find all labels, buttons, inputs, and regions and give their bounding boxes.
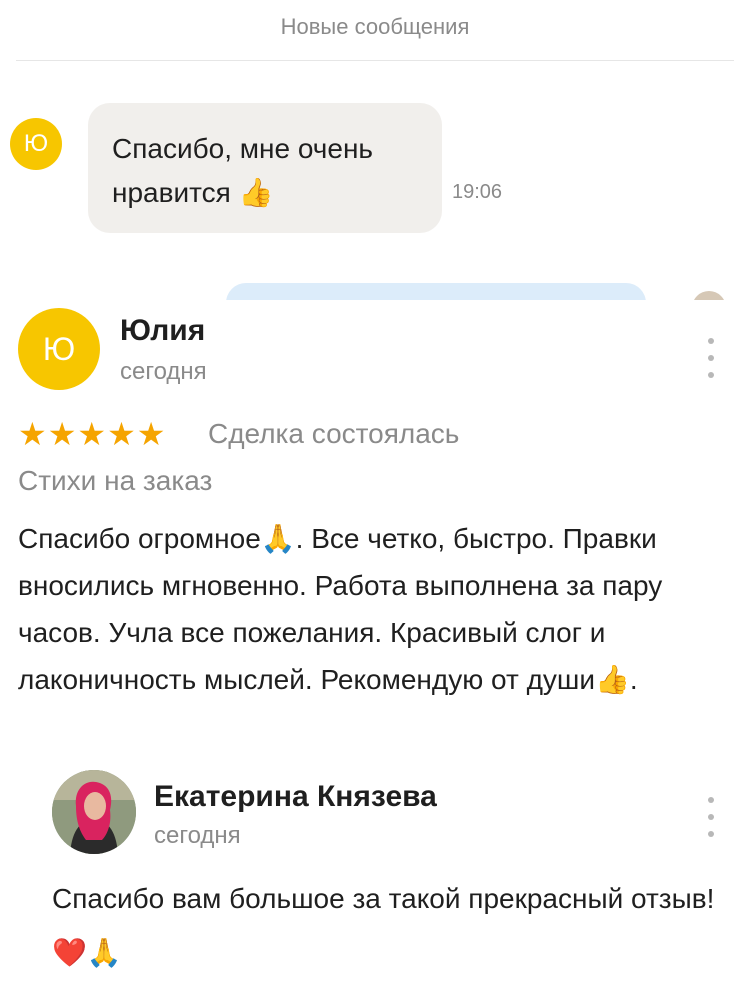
new-messages-header: Новые сообщения (280, 14, 470, 39)
review-text-part-1: Спасибо огромное (18, 523, 261, 554)
service-category[interactable]: Стихи на заказ (18, 465, 212, 497)
more-options-icon[interactable] (705, 797, 717, 837)
star-icon: ★ (107, 416, 136, 452)
more-options-icon[interactable] (705, 338, 717, 378)
replier-avatar[interactable] (52, 770, 136, 854)
star-icon: ★ (77, 416, 107, 452)
person-photo-icon (52, 770, 136, 854)
reply-text-body: Спасибо вам большое за такой прекрасный … (52, 883, 715, 914)
reply-date: сегодня (154, 822, 241, 849)
star-icon: ★ (18, 416, 47, 452)
message-line-2: нравится (112, 177, 231, 208)
review-text-part-3: . (629, 664, 638, 695)
divider (16, 60, 734, 61)
deal-status: Сделка состоялась (208, 418, 460, 449)
pray-icon: 🙏 (260, 522, 296, 555)
avatar[interactable]: Ю (10, 118, 62, 170)
avatar-partial (692, 291, 726, 300)
chat-pane: Новые сообщения Ю Спасибо, мне очень нра… (0, 0, 750, 300)
replier-name[interactable]: Екатерина Князева (154, 780, 437, 814)
message-text: Спасибо, мне очень нравится 👍 (112, 127, 412, 215)
reviewer-name[interactable]: Юлия (120, 314, 205, 348)
message-bubble[interactable]: Спасибо, мне очень нравится 👍 (88, 103, 442, 233)
review-text: Спасибо огромное🙏. Все четко, быстро. Пр… (18, 515, 743, 703)
message-bubble-partial (226, 283, 646, 300)
reply-text: Спасибо вам большое за такой прекрасный … (52, 872, 742, 980)
message-time: 19:06 (452, 181, 503, 203)
pray-icon: 🙏 (86, 936, 122, 969)
rating-stars: ★ ★ ★ ★ ★ (18, 416, 166, 452)
thumbs-up-icon: 👍 (595, 663, 630, 696)
heart-icon: ❤️ (52, 936, 87, 969)
review-date: сегодня (120, 358, 207, 385)
review-card: Ю Юлия сегодня ★ ★ ★ ★ ★ Сделка состоялась С… (0, 300, 750, 1000)
message-line-1: Спасибо, мне очень (112, 133, 373, 164)
reviewer-avatar[interactable]: Ю (18, 308, 100, 390)
thumbs-up-icon: 👍 (238, 176, 274, 209)
star-icon: ★ (136, 416, 166, 452)
star-icon: ★ (47, 416, 77, 452)
